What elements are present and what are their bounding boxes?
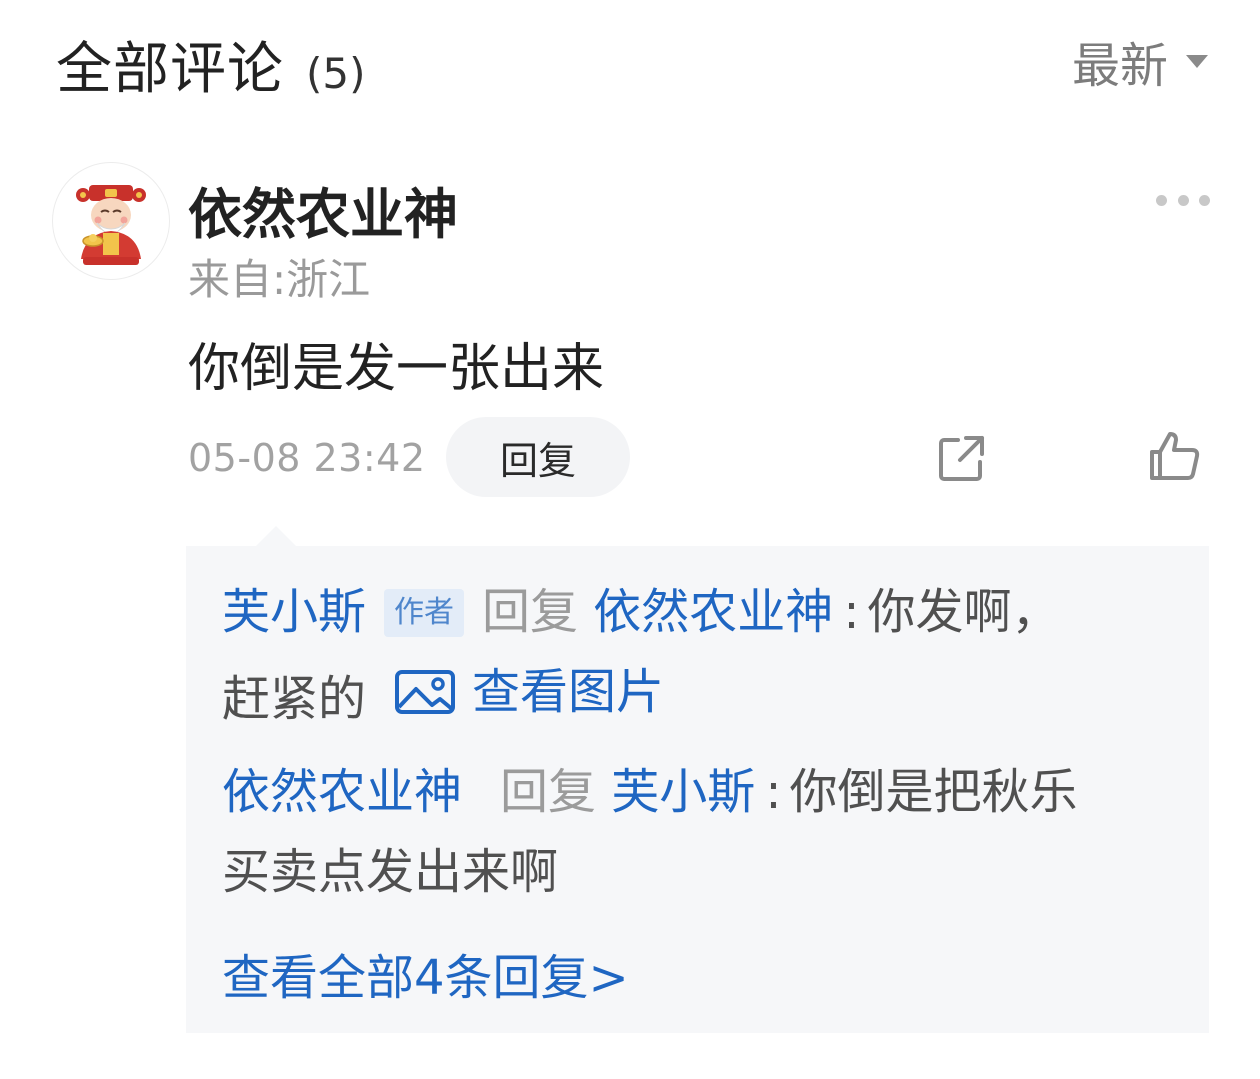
reply-target[interactable]: 芙小斯 [611, 764, 755, 820]
more-dot [1156, 194, 1167, 206]
more-dot [1177, 194, 1189, 206]
reply-colon: : [843, 584, 860, 640]
avatar-image [76, 185, 146, 265]
reply-target[interactable]: 依然农业神 [593, 584, 833, 640]
replies-panel: 芙小斯 作者 回复 依然农业神: 你发啊， 赶紧的 查看图片 依然农业神 回复 芙小斯:… [186, 546, 1209, 1033]
reply-item-2-line1: 依然农业神 回复 芙小斯: 你倒是把秋乐 [222, 752, 1078, 832]
comments-title: 全部评论 [56, 37, 284, 102]
comments-header: 全部评论 (5) [56, 24, 366, 105]
reply-author[interactable]: 依然农业神 [222, 764, 462, 820]
reply-colon: : [765, 764, 782, 820]
comment-text: 你倒是发一张出来 [188, 339, 605, 399]
comments-count: (5) [306, 49, 366, 98]
view-all-replies-link[interactable]: 查看全部4条回复> [222, 938, 629, 1008]
more-dot [1199, 194, 1210, 206]
replies-pointer [256, 526, 296, 546]
view-image-link[interactable]: 查看图片 [394, 652, 664, 732]
comment-timestamp: 05-08 23:42 [188, 436, 426, 480]
caret-down-icon [1186, 54, 1208, 68]
reply-item-2-line2: 买卖点发出来啊 [222, 832, 558, 912]
reply-author[interactable]: 芙小斯 [222, 584, 366, 640]
reply-item-1-line1: 芙小斯 作者 回复 依然农业神: 你发啊， [222, 572, 1060, 652]
reply-item-1-line2: 赶紧的 查看图片 [222, 652, 664, 739]
more-dots-icon[interactable] [1156, 188, 1210, 212]
sort-label: 最新 [1071, 38, 1168, 94]
sort-dropdown[interactable]: 最新 [1072, 26, 1208, 96]
reply-text: 你发啊， [867, 584, 1060, 640]
user-avatar[interactable] [52, 162, 170, 280]
reply-action: 回复 [500, 764, 597, 820]
comment-location: 来自:浙江 [188, 255, 371, 304]
thumbs-up-icon[interactable] [1146, 428, 1202, 484]
reply-text-continued: 赶紧的 [222, 671, 367, 727]
reply-action: 回复 [482, 584, 579, 640]
image-icon [395, 670, 456, 714]
comments-page: 全部评论 (5) 最新 依然农业神 来自:浙江 你倒是发一张出来 05-08 2… [0, 0, 1260, 1079]
reply-text-continued: 买卖点发出来啊 [222, 844, 559, 900]
comment-username[interactable]: 依然农业神 [188, 170, 458, 249]
view-image-label: 查看图片 [472, 664, 665, 720]
share-icon[interactable] [936, 432, 988, 484]
reply-text: 你倒是把秋乐 [789, 764, 1078, 820]
author-badge: 作者 [384, 589, 465, 637]
reply-button[interactable]: 回复 [446, 417, 630, 497]
